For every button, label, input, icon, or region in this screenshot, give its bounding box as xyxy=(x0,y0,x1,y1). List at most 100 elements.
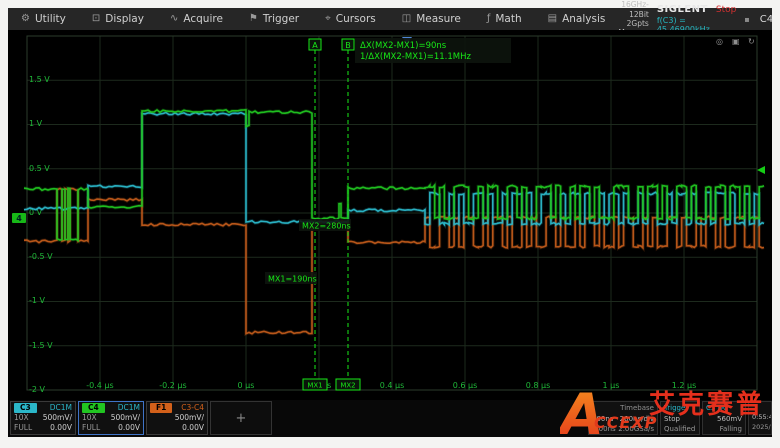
timebase-box[interactable]: Timebase 400ns 200ns/div 0.00ns 2.00GSa/… xyxy=(588,401,658,435)
readout-inverse-delta: 1/ΔX(MX2-MX1)=11.1MHz xyxy=(360,52,472,62)
c4-ground-label: 4 xyxy=(16,214,22,223)
menu-utility[interactable]: ⚙ Utility xyxy=(8,8,79,30)
c3-attenuation: 10X xyxy=(14,413,29,423)
oscilloscope-screen: ⚙ Utility ⊡ Display ∿ Acquire ⚑ Trigger … xyxy=(8,8,772,437)
mx2-tag-label: MX2 xyxy=(340,382,355,390)
measure-icon: ◫ xyxy=(402,14,411,24)
snapshot-icon[interactable]: ◎ xyxy=(716,37,723,46)
timebase-scale: 200ns/div xyxy=(620,414,654,425)
channel-box-c4[interactable]: C4 DC1M 10X 500mV/ FULL 0.00V xyxy=(78,401,144,435)
timebase-offset: 0.00ns xyxy=(592,424,616,435)
trigger-state: Stop xyxy=(664,414,696,425)
math-icon: ƒ xyxy=(487,14,491,24)
volt-label: -0.5 V xyxy=(29,252,53,261)
cursor-mx1-tag[interactable]: MX1 xyxy=(303,379,327,390)
trigger-source-title: C3 DC xyxy=(706,403,742,414)
cursor-b-handle[interactable]: B xyxy=(342,39,354,50)
trigger-flag-icon: ⚑ xyxy=(249,14,258,24)
add-channel-box[interactable]: + xyxy=(210,401,272,435)
c3-coupling: DC1M xyxy=(50,403,72,413)
sample-rate: 2.00GSa/s xyxy=(618,424,654,435)
cursors-icon: ⌖ xyxy=(325,14,331,24)
readout-delta-x: ΔX(MX2-MX1)=90ns xyxy=(360,41,447,51)
c4-attenuation: 10X xyxy=(82,413,97,423)
mx2-value-label: MX2=280ns xyxy=(299,219,351,231)
c4-tag: C4 xyxy=(82,403,105,413)
menu-display[interactable]: ⊡ Display xyxy=(79,8,157,30)
clock-date: 2025/4/25 xyxy=(752,423,768,433)
menu-math-label: Math xyxy=(495,13,521,25)
trigger-mode: Qualified xyxy=(664,424,696,435)
time-label: -0.2 µs xyxy=(159,381,186,390)
time-label: 0 µs xyxy=(238,381,255,390)
c3-tag: C3 xyxy=(14,403,37,413)
cursor-b-label: B xyxy=(345,41,351,50)
menu-utility-label: Utility xyxy=(35,13,66,25)
menu-bar: ⚙ Utility ⊡ Display ∿ Acquire ⚑ Trigger … xyxy=(8,8,772,31)
f1-scale: 500mV/ xyxy=(175,413,204,423)
menu-trigger[interactable]: ⚑ Trigger xyxy=(236,8,312,30)
time-label: 0.8 µs xyxy=(526,381,551,390)
c4-ground-marker[interactable]: 4 xyxy=(12,213,26,223)
c3-offset: 0.00V xyxy=(50,423,72,433)
trigger-source-box[interactable]: C3 DC 560mV Falling xyxy=(702,401,746,435)
active-channel-indicator[interactable]: C4 xyxy=(758,13,780,26)
trigger-slope: Falling xyxy=(706,424,742,435)
c3-bandwidth: FULL xyxy=(14,423,32,433)
refresh-icon[interactable]: ↻ xyxy=(748,37,755,46)
f1-offset: 0.00V xyxy=(182,423,204,433)
brand-logo: SIGLENT xyxy=(657,4,708,16)
mx2-value-text: MX2=280ns xyxy=(302,222,351,231)
menu-measure[interactable]: ◫ Measure xyxy=(389,8,474,30)
menu-acquire-label: Acquire xyxy=(183,13,223,25)
menu-analysis-label: Analysis xyxy=(562,13,605,25)
waveform-display[interactable]: 1.5 V 1 V 0.5 V 0 V -0.5 V -1 V -1.5 V -… xyxy=(8,30,772,400)
menu-analysis[interactable]: ▤ Analysis xyxy=(535,8,619,30)
c4-coupling: DC1M xyxy=(118,403,140,413)
menu-math[interactable]: ƒ Math xyxy=(474,8,535,30)
menu-trigger-label: Trigger xyxy=(263,13,299,25)
plus-icon: + xyxy=(236,411,247,426)
timebase-delay: 400ns xyxy=(592,414,613,425)
cursor-readout-box: ΔX(MX2-MX1)=90ns 1/ΔX(MX2-MX1)=11.1MHz xyxy=(355,38,511,63)
timebase-title: Timebase xyxy=(592,403,654,414)
volt-label: 1 V xyxy=(29,119,43,128)
c4-bandwidth: FULL xyxy=(82,423,100,433)
fullscreen-icon[interactable]: ▣ xyxy=(732,37,740,46)
volt-label: -1 V xyxy=(29,296,46,305)
volt-label: -1.5 V xyxy=(29,341,53,350)
time-label: -0.4 µs xyxy=(86,381,113,390)
menu-cursors[interactable]: ⌖ Cursors xyxy=(312,8,389,30)
mx1-value-text: MX1=190ns xyxy=(268,275,317,284)
trigger-title: Trigger xyxy=(664,403,696,414)
time-label: 1 µs xyxy=(603,381,620,390)
cursor-a-label: A xyxy=(312,41,318,50)
display-corner-tools: ◎ ▣ ↻ xyxy=(716,37,755,46)
cursor-mx2-tag[interactable]: MX2 xyxy=(336,379,360,390)
trigger-box[interactable]: Trigger Stop Qualified xyxy=(660,401,700,435)
time-axis: -0.4 µs -0.2 µs 0 µs 0.2 µs 0.4 µs 0.6 µ… xyxy=(86,381,696,390)
mx1-tag-label: MX1 xyxy=(307,382,322,390)
time-label: 0.4 µs xyxy=(380,381,405,390)
channel-box-f1[interactable]: F1 C3-C4 500mV/ 0.00V xyxy=(146,401,208,435)
lock-icon: ▪ xyxy=(744,15,749,24)
trigger-level: 560mV xyxy=(706,414,742,425)
c4-scale: 500mV/ xyxy=(111,413,140,423)
clock-box: 0:55:44 2025/4/25 xyxy=(748,401,772,435)
utility-icon: ⚙ xyxy=(21,14,30,24)
menu-acquire[interactable]: ∿ Acquire xyxy=(157,8,236,30)
cursor-a-handle[interactable]: A xyxy=(309,39,321,50)
acquire-icon: ∿ xyxy=(170,14,178,24)
channel-box-c3[interactable]: C3 DC1M 10X 500mV/ FULL 0.00V xyxy=(10,401,76,435)
bottom-status-bar: C3 DC1M 10X 500mV/ FULL 0.00V C4 DC1M 10… xyxy=(8,400,772,437)
f1-tag: F1 xyxy=(150,403,172,413)
c3-scale: 500mV/ xyxy=(43,413,72,423)
volt-label: -2 V xyxy=(29,385,46,394)
spec-bandwidth: 16GHz-12Bit xyxy=(618,0,649,19)
c4-offset: 0.00V xyxy=(118,423,140,433)
run-state-badge[interactable]: Stop xyxy=(716,5,736,15)
time-label: 1.2 µs xyxy=(672,381,697,390)
menu-cursors-label: Cursors xyxy=(336,13,376,25)
time-label: 0.6 µs xyxy=(453,381,478,390)
display-icon: ⊡ xyxy=(92,14,100,24)
